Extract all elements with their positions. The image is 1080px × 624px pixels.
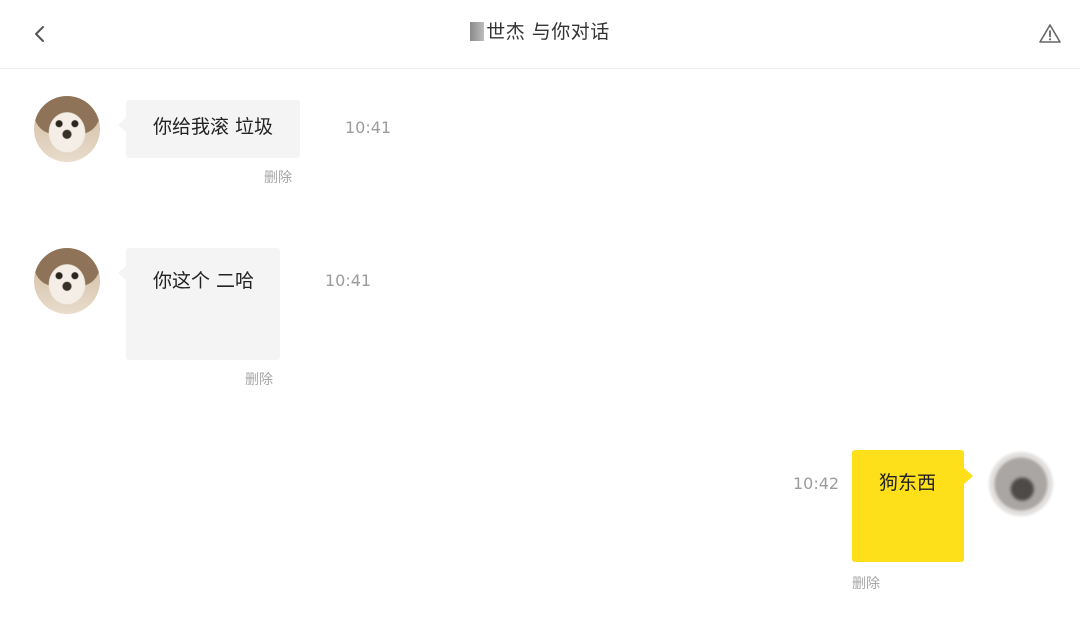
delete-message-button[interactable]: 删除 [852,573,880,593]
message-timestamp: 10:41 [325,271,372,290]
chat-window: 世杰 与你对话 你给我滚 垃圾 10:41 删除 你这个 二哈 10:41 删除… [0,0,1080,624]
message-bubble[interactable]: 你给我滚 垃圾 [118,100,300,158]
message-timestamp: 10:42 [793,474,840,493]
message-timestamp: 10:41 [345,118,392,137]
message-text: 狗东西 [879,472,937,494]
my-avatar[interactable] [989,452,1053,516]
redacted-name-mark [470,22,485,41]
sender-avatar[interactable] [34,96,100,162]
warning-triangle-icon [1039,24,1061,43]
message-bubble[interactable]: 狗东西 [852,450,973,562]
message-text: 你这个 二哈 [153,270,255,292]
message-text: 你给我滚 垃圾 [153,116,274,138]
delete-message-button[interactable]: 删除 [264,167,292,187]
chat-header: 世杰 与你对话 [0,0,1080,69]
chat-title-text: 世杰 与你对话 [486,21,610,43]
report-button[interactable] [1034,18,1066,50]
message-bubble[interactable]: 你这个 二哈 [118,248,280,360]
chat-title: 世杰 与你对话 [0,17,1080,44]
delete-message-button[interactable]: 删除 [245,369,273,389]
sender-avatar[interactable] [34,248,100,314]
